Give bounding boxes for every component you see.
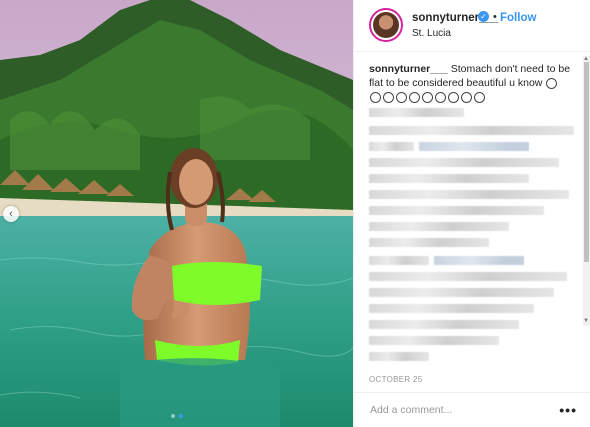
smiley-emoji-icon (383, 91, 394, 103)
add-comment-section: ••• (354, 392, 590, 427)
post-date[interactable]: OCTOBER 25 (369, 375, 423, 384)
location-link[interactable]: St. Lucia (412, 28, 451, 39)
blurred-comment (369, 288, 554, 297)
follow-button[interactable]: Follow (500, 12, 536, 24)
smiley-emoji-icon (448, 91, 459, 103)
more-options-icon[interactable]: ••• (559, 402, 577, 418)
blurred-comment (369, 272, 567, 281)
post-header: sonnyturner___ ✓ • Follow St. Lucia (354, 0, 590, 52)
smiley-emoji-icon (370, 91, 381, 103)
smiley-emoji-icon (396, 91, 407, 103)
avatar[interactable] (369, 8, 403, 42)
carousel-indicator (0, 414, 353, 418)
caption-username[interactable]: sonnyturner___ (369, 63, 448, 75)
blurred-comment (369, 238, 489, 247)
blurred-comment (369, 206, 544, 215)
blurred-comment (369, 142, 414, 151)
carousel-dot (170, 414, 175, 418)
carousel-prev-button[interactable]: ‹ (3, 206, 19, 222)
post-photo[interactable]: ‹ (0, 0, 353, 427)
scrollbar-thumb[interactable] (584, 62, 589, 262)
smiley-emoji-icon (546, 77, 558, 89)
emoji-row (369, 91, 486, 103)
scroll-down-arrow-icon[interactable]: ▼ (583, 318, 589, 324)
carousel-dot-active (178, 414, 183, 418)
blurred-comment (369, 336, 499, 345)
add-comment-input[interactable] (368, 403, 552, 417)
blurred-comment (369, 126, 574, 135)
blurred-comment (369, 352, 429, 361)
smiley-emoji-icon (461, 91, 472, 103)
post-details-panel: sonnyturner___ ✓ • Follow St. Lucia sonn… (353, 0, 590, 427)
blurred-comment (369, 174, 529, 183)
blurred-comment (419, 142, 529, 151)
blurred-comment (369, 256, 429, 265)
blurred-comment (369, 222, 509, 231)
smiley-emoji-icon (474, 91, 485, 103)
comments-list[interactable]: sonnyturner___ Stomach don't need to be … (354, 56, 583, 366)
chevron-left-icon: ‹ (9, 208, 13, 220)
photo-image (0, 0, 353, 427)
smiley-emoji-icon (422, 91, 433, 103)
smiley-emoji-icon (435, 91, 446, 103)
blurred-comment (369, 108, 464, 117)
blurred-comment (434, 256, 524, 265)
verified-badge-icon: ✓ (478, 11, 489, 22)
blurred-comment (369, 304, 534, 313)
blurred-comment (369, 158, 559, 167)
separator-dot: • (493, 11, 497, 23)
blurred-comment (369, 320, 519, 329)
smiley-emoji-icon (409, 91, 420, 103)
caption: sonnyturner___ Stomach don't need to be … (354, 56, 583, 104)
blurred-comment (369, 190, 569, 199)
